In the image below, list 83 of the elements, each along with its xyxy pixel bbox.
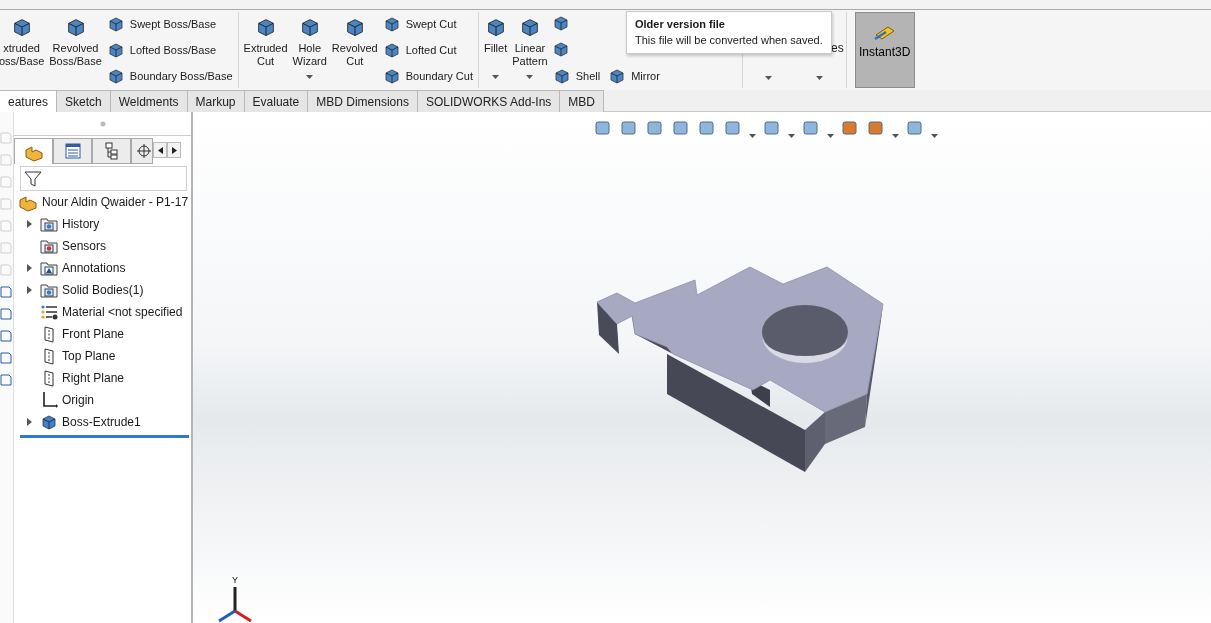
caret-icon[interactable]: [765, 76, 773, 80]
material-list-icon: [40, 303, 58, 321]
grip-icon[interactable]: [99, 120, 106, 127]
cube-icon: [106, 67, 125, 85]
ribbon-command-button[interactable]: Shell: [551, 66, 602, 86]
ribbon-command-button[interactable]: Swept Boss/Base: [105, 14, 234, 34]
caret-icon[interactable]: [749, 134, 756, 138]
filter-icon: [24, 169, 42, 188]
extrude-icon: [40, 413, 58, 431]
ribbon-command-button[interactable]: Fillet: [482, 12, 509, 88]
cube-icon: [382, 41, 401, 59]
panel-tab[interactable]: [92, 138, 131, 164]
command-tab[interactable]: Weldments: [110, 90, 188, 112]
tree-item[interactable]: Solid Bodies(1): [62, 283, 144, 297]
tree-item[interactable]: Sensors: [62, 239, 107, 253]
panel-tab[interactable]: [53, 138, 92, 164]
cube-icon: [608, 67, 627, 85]
command-tab[interactable]: Evaluate: [244, 90, 309, 112]
ribbon-command-button[interactable]: Hole Wizard: [291, 12, 328, 88]
folder-icon: [40, 237, 58, 255]
cube-icon: [106, 41, 125, 59]
caret-icon[interactable]: [788, 134, 795, 138]
tree-item[interactable]: History: [62, 217, 100, 231]
ribbon-command-button[interactable]: Revolved Boss/Base: [48, 12, 103, 88]
toolbar-icon[interactable]: [0, 328, 12, 342]
command-tab[interactable]: Sketch: [57, 90, 111, 112]
ribbon-command-button[interactable]: Boundary Cut: [381, 66, 474, 86]
filter-field[interactable]: [20, 166, 187, 191]
scroll-left-button[interactable]: [153, 142, 167, 158]
caret-icon[interactable]: [526, 75, 534, 79]
command-tab[interactable]: eatures: [0, 90, 58, 112]
command-tab[interactable]: MBD: [560, 90, 604, 112]
folder-icon: [40, 259, 58, 277]
ribbon-command-button[interactable]: Boundary Boss/Base: [105, 66, 234, 86]
cube-icon: [382, 15, 401, 33]
ribbon-label-fragment: es: [831, 41, 844, 55]
list-icon: [62, 141, 83, 161]
tree-item[interactable]: Boss-Extrude1: [62, 415, 141, 429]
instant3d-button[interactable]: Instant3D: [854, 12, 915, 88]
cube-icon: [106, 15, 125, 33]
tree-item[interactable]: Annotations: [62, 261, 126, 275]
command-tab[interactable]: Markup: [187, 90, 245, 112]
cube-icon: [382, 67, 401, 85]
tree-item[interactable]: Material <not specified: [62, 305, 183, 319]
tree-item[interactable]: Front Plane: [62, 327, 125, 341]
toolbar-icon[interactable]: [0, 372, 12, 386]
tooltip-title: Older version file: [635, 18, 726, 30]
ribbon-command-button[interactable]: Lofted Cut: [381, 40, 474, 60]
expand-arrow-icon[interactable]: [26, 220, 32, 228]
folder-icon: [40, 215, 58, 233]
expand-arrow-icon[interactable]: [26, 264, 32, 272]
ribbon-command-button[interactable]: Swept Cut: [381, 14, 474, 34]
caret-icon[interactable]: [492, 75, 500, 79]
ribbon-command-button[interactable]: Lofted Boss/Base: [105, 40, 234, 60]
ribbon-command-button[interactable]: Linear Pattern: [511, 12, 549, 88]
caret-icon[interactable]: [816, 76, 824, 80]
tree-item[interactable]: Nour Aldin Qwaider - P1-17: [42, 195, 189, 209]
scroll-right-button[interactable]: [167, 142, 181, 158]
ribbon-command-button[interactable]: Mirror: [607, 66, 661, 86]
expand-arrow-icon[interactable]: [26, 286, 32, 294]
tree-item[interactable]: Origin: [62, 393, 94, 407]
caret-icon[interactable]: [892, 134, 899, 138]
caret-icon[interactable]: [827, 134, 834, 138]
cube-icon: [552, 67, 571, 85]
folder-icon: [40, 281, 58, 299]
toolbar-icon[interactable]: [0, 350, 12, 364]
tree-item[interactable]: Top Plane: [62, 349, 116, 363]
origin-icon: [40, 391, 58, 409]
caret-icon[interactable]: [306, 75, 314, 79]
panel-tab[interactable]: [14, 138, 53, 164]
ribbon-command-button[interactable]: xtruded oss/Base: [0, 12, 46, 88]
command-tab[interactable]: MBD Dimensions: [308, 90, 418, 112]
tooltip-text: This file will be converted when saved.: [635, 34, 823, 46]
ribbon-command-button[interactable]: Extruded Cut: [242, 12, 289, 88]
expand-arrow-icon[interactable]: [26, 418, 32, 426]
command-tab[interactable]: SOLIDWORKS Add-Ins: [417, 90, 561, 112]
caret-icon[interactable]: [931, 134, 938, 138]
toolbar-icon[interactable]: [0, 284, 12, 298]
tree-item[interactable]: Right Plane: [62, 371, 125, 385]
panel-tab[interactable]: [131, 138, 153, 164]
toolbar-icon[interactable]: [0, 306, 12, 320]
axis-triad-drawing: Y: [205, 575, 265, 623]
ribbon-command-button[interactable]: Revolved Cut: [330, 12, 379, 88]
